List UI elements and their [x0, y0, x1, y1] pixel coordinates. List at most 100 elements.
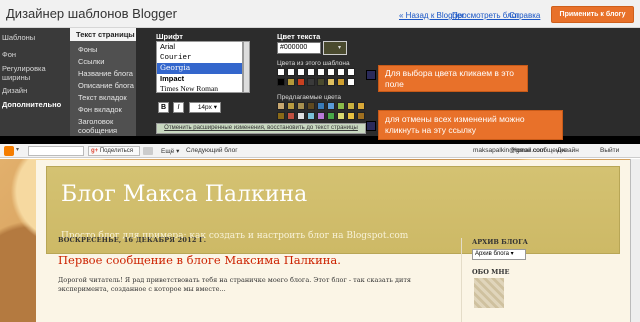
post-title[interactable]: Первое сообщение в блоге Максима Палкина…	[58, 253, 341, 267]
font-option-arial[interactable]: Arial	[157, 42, 242, 53]
color-panel: Цвет текста #000000 ▾ Цвета из этого шаб…	[275, 28, 365, 136]
logout-link[interactable]: Выйти	[600, 147, 619, 154]
annotation-marker	[366, 121, 376, 131]
color-swatch[interactable]	[287, 112, 295, 120]
next-blog-link[interactable]: Следующий блог	[186, 147, 238, 154]
reset-hint-callout: для отмены всех изменений можно кликнуть…	[378, 110, 563, 140]
sub-item-page-text[interactable]: Текст страницы	[70, 28, 136, 41]
blog-title[interactable]: Блог Макса Палкина	[61, 182, 307, 207]
design-link[interactable]: Дизайн	[557, 147, 579, 154]
font-option-times[interactable]: Times New Roman	[157, 84, 242, 92]
chevron-down-icon: ▾	[338, 45, 342, 51]
navbar-search-input[interactable]	[28, 146, 84, 156]
apply-to-blog-button[interactable]: Применить к блогу	[551, 6, 634, 23]
top-bar: Дизайнер шаблонов Blogger « Назад к Blog…	[0, 0, 640, 28]
nav-item-templates[interactable]: Шаблоны	[2, 33, 68, 42]
color-swatch[interactable]	[357, 112, 365, 120]
color-swatch[interactable]	[347, 112, 355, 120]
chevron-down-icon[interactable]: ▾	[16, 146, 19, 153]
color-swatch[interactable]	[357, 102, 365, 110]
text-color-input[interactable]: #000000	[277, 42, 321, 54]
font-option-impact[interactable]: Impact	[157, 74, 242, 85]
color-hint-text: Для выбора цвета кликаем в это поле	[385, 68, 514, 89]
color-swatch[interactable]	[287, 102, 295, 110]
app-title: Дизайнер шаблонов Blogger	[6, 6, 177, 21]
blogger-navbar: ▾ g+ Поделиться Ещё ▾ Следующий блог mak…	[0, 144, 640, 158]
more-share-icon[interactable]	[143, 147, 153, 155]
nav-item-layout[interactable]: Дизайн	[2, 86, 68, 95]
page-scrollbar[interactable]	[630, 159, 640, 322]
sub-item-post-title[interactable]: Заголовок сообщения	[78, 117, 134, 135]
color-swatch[interactable]	[337, 112, 345, 120]
font-list[interactable]: Arial Courier Georgia Impact Times New R…	[156, 41, 243, 93]
color-swatch[interactable]	[327, 68, 335, 76]
sub-item-tabs-background[interactable]: Фон вкладок	[78, 105, 134, 114]
bold-button[interactable]: B	[158, 102, 169, 113]
color-swatch[interactable]	[307, 78, 315, 86]
color-swatch[interactable]	[327, 102, 335, 110]
color-swatch[interactable]	[277, 78, 285, 86]
nav-item-adjust-width[interactable]: Регулировка ширины	[2, 64, 68, 82]
suggested-colors-label: Предлагаемые цвета	[277, 94, 342, 101]
gplus-icon: g+	[91, 148, 99, 154]
text-color-heading: Цвет текста	[277, 32, 321, 41]
font-heading: Шрифт	[156, 32, 183, 41]
color-swatch[interactable]	[297, 68, 305, 76]
color-swatch[interactable]	[297, 102, 305, 110]
color-swatch[interactable]	[307, 68, 315, 76]
font-option-courier[interactable]: Courier	[157, 53, 242, 64]
color-swatch[interactable]	[347, 102, 355, 110]
color-swatch[interactable]	[287, 68, 295, 76]
color-swatch[interactable]	[317, 68, 325, 76]
color-swatch[interactable]	[307, 102, 315, 110]
color-swatch[interactable]	[317, 102, 325, 110]
color-swatch[interactable]	[277, 102, 285, 110]
post-body: Дорогой читатель! Я рад приветствовать т…	[58, 276, 412, 293]
sub-item-links[interactable]: Ссылки	[78, 57, 134, 66]
color-swatch[interactable]	[337, 78, 345, 86]
color-swatch[interactable]	[277, 68, 285, 76]
nav-item-background[interactable]: Фон	[2, 50, 68, 59]
color-swatch[interactable]	[347, 78, 355, 86]
nav-item-advanced[interactable]: Дополнительно	[2, 100, 68, 109]
help-link[interactable]: Справка	[509, 11, 540, 20]
color-swatch[interactable]	[347, 68, 355, 76]
blog-sidebar: АРХИВ БЛОГА Архив блога ▾ ОБО МНЕ	[461, 238, 581, 322]
archive-heading: АРХИВ БЛОГА	[472, 238, 528, 246]
font-option-georgia[interactable]: Georgia	[157, 63, 242, 74]
color-swatch[interactable]	[277, 112, 285, 120]
color-swatch[interactable]	[327, 78, 335, 86]
font-list-scrollbar[interactable]	[243, 41, 250, 93]
archive-select-label: Архив блога	[475, 251, 509, 257]
more-menu[interactable]: Ещё ▾	[161, 147, 179, 155]
color-swatch[interactable]	[327, 112, 335, 120]
more-label: Ещё	[161, 148, 175, 155]
color-swatch[interactable]	[297, 78, 305, 86]
blog-content: Блог Макса Палкина Просто блог для приме…	[36, 160, 630, 322]
archive-select[interactable]: Архив блога ▾	[472, 249, 526, 260]
color-hint-callout: Для выбора цвета кликаем в это поле	[378, 65, 528, 92]
color-swatch[interactable]	[317, 112, 325, 120]
color-swatch[interactable]	[337, 102, 345, 110]
sub-item-blog-title[interactable]: Название блога	[78, 69, 134, 78]
share-label: Поделиться	[99, 148, 133, 154]
color-swatch[interactable]	[307, 112, 315, 120]
annotation-marker	[366, 70, 376, 80]
reset-hint-text: для отмены всех изменений можно кликнуть…	[385, 114, 525, 135]
reset-advanced-link[interactable]: Отменить расширенные изменения, восстано…	[156, 123, 366, 134]
sub-item-blog-description[interactable]: Описание блога	[78, 81, 134, 90]
color-swatch[interactable]	[337, 68, 345, 76]
font-size-select[interactable]: 14px ▾	[189, 102, 221, 113]
share-button[interactable]: g+ Поделиться	[88, 146, 140, 156]
sub-item-tabs-text[interactable]: Текст вкладок	[78, 93, 134, 102]
advanced-sub-nav: Текст страницы Фоны Ссылки Название блог…	[70, 28, 136, 136]
sub-item-backgrounds[interactable]: Фоны	[78, 45, 134, 54]
color-swatch[interactable]	[317, 78, 325, 86]
blogger-logo-icon[interactable]	[4, 146, 14, 156]
color-swatch[interactable]	[297, 112, 305, 120]
profile-image[interactable]	[474, 278, 504, 308]
color-swatch[interactable]	[287, 78, 295, 86]
about-heading: ОБО МНЕ	[472, 268, 510, 276]
left-nav: Шаблоны Фон Регулировка ширины Дизайн До…	[0, 28, 70, 136]
italic-button[interactable]: I	[173, 102, 184, 113]
